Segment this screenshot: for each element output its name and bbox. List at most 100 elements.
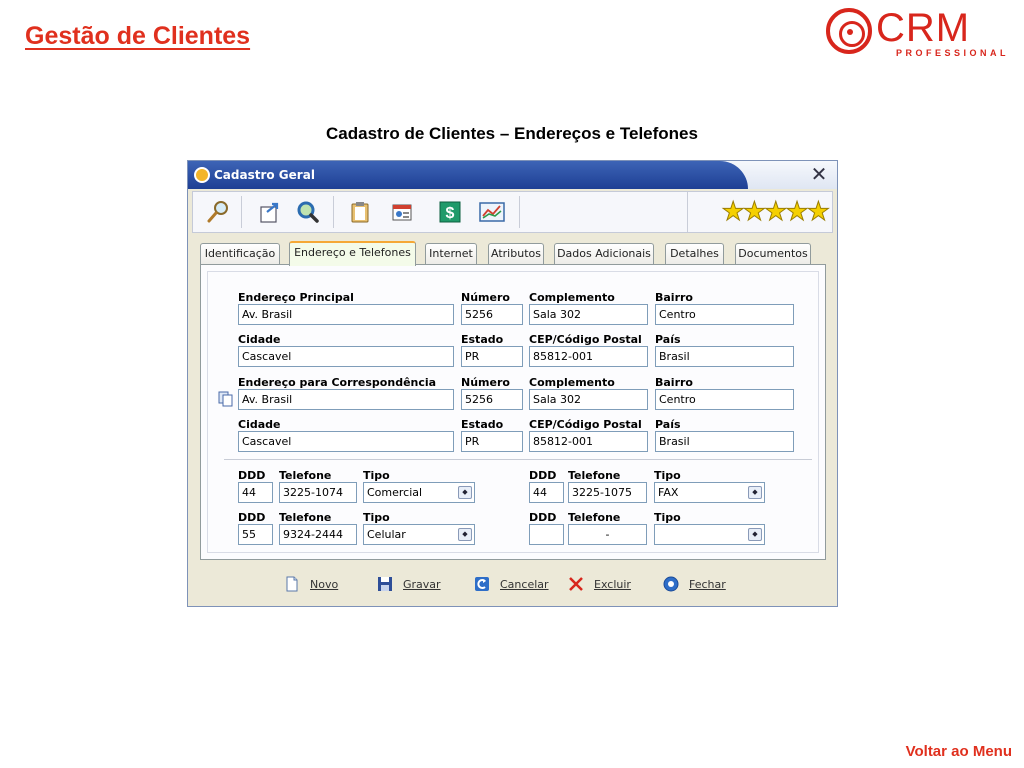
tab-identificacao[interactable]: Identificação [200, 243, 280, 265]
cep-input[interactable]: 85812-001 [529, 346, 648, 367]
label-numero: Número [461, 291, 510, 304]
close-circle-icon [663, 576, 679, 592]
label-complemento-corresp: Complemento [529, 376, 615, 389]
fechar-button[interactable]: Fechar [663, 574, 726, 594]
section-divider [224, 459, 812, 460]
crm-logo: CRM PROFESSIONAL [826, 6, 1022, 58]
tab-detalhes[interactable]: Detalhes [665, 243, 724, 265]
slide-title: Gestão de Clientes [25, 22, 251, 50]
ddd-2-input[interactable]: 44 [529, 482, 564, 503]
novo-button[interactable]: Novo [284, 574, 338, 594]
numero-input[interactable]: 5256 [461, 304, 523, 325]
voltar-menu-link[interactable]: Voltar ao Menu [906, 743, 1012, 760]
label-ddd-2: DDD [529, 469, 557, 482]
numero-corresp-input[interactable]: 5256 [461, 389, 523, 410]
action-bar: Novo Gravar Cancelar Excluir Fechar [188, 566, 837, 600]
tab-dados-adicionais[interactable]: Dados Adicionais [554, 243, 654, 265]
tipo-4-select[interactable]: ◆ [654, 524, 765, 545]
label-cep: CEP/Código Postal [529, 333, 642, 346]
close-button[interactable]: ✕ [809, 164, 829, 184]
endereco-principal-input[interactable]: Av. Brasil [238, 304, 454, 325]
cancelar-button[interactable]: Cancelar [474, 574, 549, 594]
cep-corresp-input[interactable]: 85812-001 [529, 431, 648, 452]
tab-internet[interactable]: Internet [425, 243, 477, 265]
undo-icon [474, 576, 490, 592]
label-estado: Estado [461, 333, 504, 346]
cadastro-window: Cadastro Geral ✕ $ ★★★★★ Identificação E… [187, 160, 838, 607]
pais-input[interactable]: Brasil [655, 346, 794, 367]
label-complemento: Complemento [529, 291, 615, 304]
label-endereco-correspondencia: Endereço para Correspondência [238, 376, 437, 389]
complemento-input[interactable]: Sala 302 [529, 304, 648, 325]
label-tipo-4: Tipo [654, 511, 681, 524]
label-bairro: Bairro [655, 291, 693, 304]
title-bar[interactable]: Cadastro Geral ✕ [188, 161, 837, 189]
pais-corresp-input[interactable]: Brasil [655, 431, 794, 452]
rating-stars[interactable]: ★★★★★ [721, 197, 831, 228]
cidade-input[interactable]: Cascavel [238, 346, 454, 367]
export-icon[interactable] [255, 198, 285, 226]
tab-endereco-telefones[interactable]: Endereço e Telefones [289, 241, 416, 266]
telefone-1-input[interactable]: 3225-1074 [279, 482, 357, 503]
logo-text: CRM [876, 6, 971, 50]
complemento-corresp-input[interactable]: Sala 302 [529, 389, 648, 410]
label-pais: País [655, 333, 681, 346]
money-icon[interactable]: $ [435, 198, 465, 226]
star-icon: ★ [764, 197, 788, 228]
excluir-button[interactable]: Excluir [568, 574, 631, 594]
label-pais-corresp: País [655, 418, 681, 431]
bairro-input[interactable]: Centro [655, 304, 794, 325]
telefone-3-input[interactable]: 9324-2444 [279, 524, 357, 545]
target-icon [826, 8, 872, 54]
window-title: Cadastro Geral [214, 168, 315, 182]
logo-subtext: PROFESSIONAL [896, 48, 1010, 58]
label-bairro-corresp: Bairro [655, 376, 693, 389]
label-endereco-principal: Endereço Principal [238, 291, 354, 304]
ddd-4-input[interactable] [529, 524, 564, 545]
telefone-4-input[interactable]: - [568, 524, 647, 545]
copy-address-icon[interactable] [218, 391, 233, 407]
star-icon: ★ [742, 197, 766, 228]
tipo-3-select[interactable]: Celular ◆ [363, 524, 475, 545]
clipboard-icon[interactable] [345, 198, 375, 226]
label-ddd-3: DDD [238, 511, 266, 524]
chevron-updown-icon[interactable]: ◆ [458, 486, 472, 499]
toolbar-separator [333, 196, 334, 228]
label-tipo-1: Tipo [363, 469, 390, 482]
chevron-updown-icon[interactable]: ◆ [458, 528, 472, 541]
address-book-icon[interactable] [387, 198, 417, 226]
tipo-1-value: Comercial [367, 486, 423, 499]
cancelar-label: Cancelar [500, 577, 549, 591]
toolbar-separator [687, 192, 688, 232]
chart-icon[interactable] [477, 198, 507, 226]
cidade-corresp-input[interactable]: Cascavel [238, 431, 454, 452]
zoom-icon[interactable] [293, 198, 323, 226]
chevron-updown-icon[interactable]: ◆ [748, 486, 762, 499]
ddd-3-input[interactable]: 55 [238, 524, 273, 545]
excluir-label: Excluir [594, 577, 631, 591]
chevron-updown-icon[interactable]: ◆ [748, 528, 762, 541]
endereco-correspondencia-input[interactable]: Av. Brasil [238, 389, 454, 410]
delete-x-icon [568, 576, 584, 592]
estado-input[interactable]: PR [461, 346, 523, 367]
label-telefone-1: Telefone [279, 469, 332, 482]
tab-atributos[interactable]: Atributos [488, 243, 544, 265]
tipo-2-select[interactable]: FAX ◆ [654, 482, 765, 503]
search-icon[interactable] [203, 198, 233, 226]
tab-documentos[interactable]: Documentos [735, 243, 811, 265]
save-icon [377, 576, 393, 592]
estado-corresp-input[interactable]: PR [461, 431, 523, 452]
ddd-1-input[interactable]: 44 [238, 482, 273, 503]
label-cidade-corresp: Cidade [238, 418, 281, 431]
slide-subtitle: Cadastro de Clientes – Endereços e Telef… [326, 124, 698, 143]
gravar-label: Gravar [403, 577, 441, 591]
gravar-button[interactable]: Gravar [377, 574, 441, 594]
app-icon [194, 167, 210, 183]
tipo-1-select[interactable]: Comercial ◆ [363, 482, 475, 503]
toolbar-separator [241, 196, 242, 228]
label-tipo-2: Tipo [654, 469, 681, 482]
bairro-corresp-input[interactable]: Centro [655, 389, 794, 410]
telefone-2-input[interactable]: 3225-1075 [568, 482, 647, 503]
star-icon: ★ [806, 197, 830, 228]
label-numero-corresp: Número [461, 376, 510, 389]
